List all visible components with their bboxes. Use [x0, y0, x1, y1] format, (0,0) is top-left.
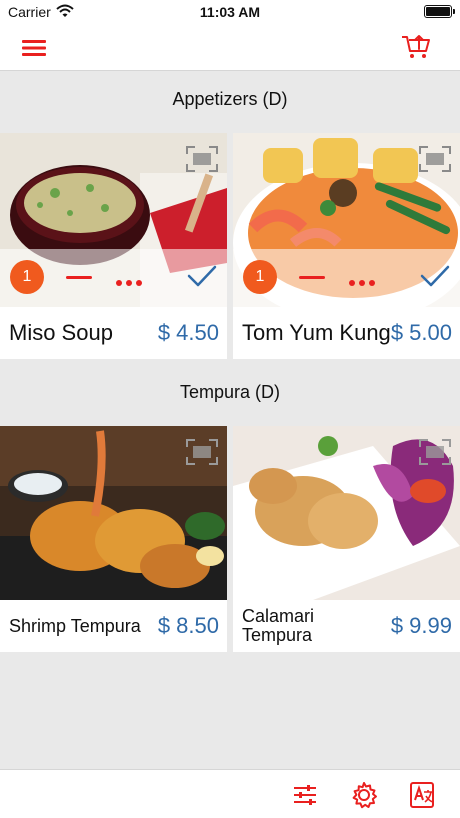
quantity-controls: 1 — [233, 249, 460, 307]
item-name: Miso Soup — [9, 320, 113, 346]
section-title-appetizers: Appetizers (D) — [172, 89, 288, 109]
item-caption: Miso Soup $ 4.50 — [0, 307, 227, 359]
more-options-icon[interactable] — [116, 273, 146, 286]
filter-sliders-icon[interactable] — [290, 780, 320, 810]
expand-image-icon[interactable] — [185, 145, 219, 173]
translate-icon[interactable] — [408, 780, 438, 810]
quantity-badge[interactable]: 1 — [243, 260, 277, 294]
decrease-quantity-button[interactable] — [66, 276, 92, 279]
menu-item-card-shrimp-tempura[interactable]: Shrimp Tempura $ 8.50 — [0, 426, 227, 652]
item-caption: Calamari Tempura $ 9.99 — [233, 600, 460, 652]
navigation-bar — [0, 24, 460, 71]
checkmark-icon[interactable] — [420, 264, 450, 288]
status-bar: Carrier 11:03 AM — [0, 0, 460, 24]
quantity-controls: 1 — [0, 249, 227, 307]
expand-image-icon[interactable] — [418, 145, 452, 173]
clock: 11:03 AM — [199, 4, 261, 20]
more-options-icon[interactable] — [349, 273, 379, 286]
item-price: $ 8.50 — [157, 613, 219, 638]
item-name: Shrimp Tempura — [9, 615, 141, 636]
checkmark-icon[interactable] — [187, 264, 217, 288]
expand-image-icon[interactable] — [418, 438, 452, 466]
expand-image-icon[interactable] — [185, 438, 219, 466]
item-name: Tom Yum Kung — [242, 320, 391, 346]
item-price: $ 5.00 — [390, 320, 452, 345]
item-caption: Tom Yum Kung $ 5.00 — [233, 307, 460, 359]
battery-icon — [424, 5, 455, 18]
menu-item-card-tom-yum-kung[interactable]: 1 Tom Yum Kung $ 5.00 — [233, 133, 460, 359]
menu-item-card-miso-soup[interactable]: 1 Miso Soup $ 4.50 — [0, 133, 227, 359]
item-price: $ 9.99 — [390, 613, 452, 638]
settings-gear-icon[interactable] — [349, 780, 379, 810]
hamburger-menu-icon[interactable] — [20, 36, 50, 60]
item-caption: Shrimp Tempura $ 8.50 — [0, 600, 227, 652]
item-price: $ 4.50 — [157, 320, 219, 345]
menu-item-card-calamari-tempura[interactable]: Calamari Tempura $ 9.99 — [233, 426, 460, 652]
shopping-cart-icon[interactable] — [400, 32, 432, 62]
bottom-toolbar — [0, 769, 460, 818]
quantity-badge[interactable]: 1 — [10, 260, 44, 294]
decrease-quantity-button[interactable] — [299, 276, 325, 279]
section-title-tempura: Tempura (D) — [179, 382, 281, 402]
item-name: Calamari Tempura — [242, 606, 315, 645]
